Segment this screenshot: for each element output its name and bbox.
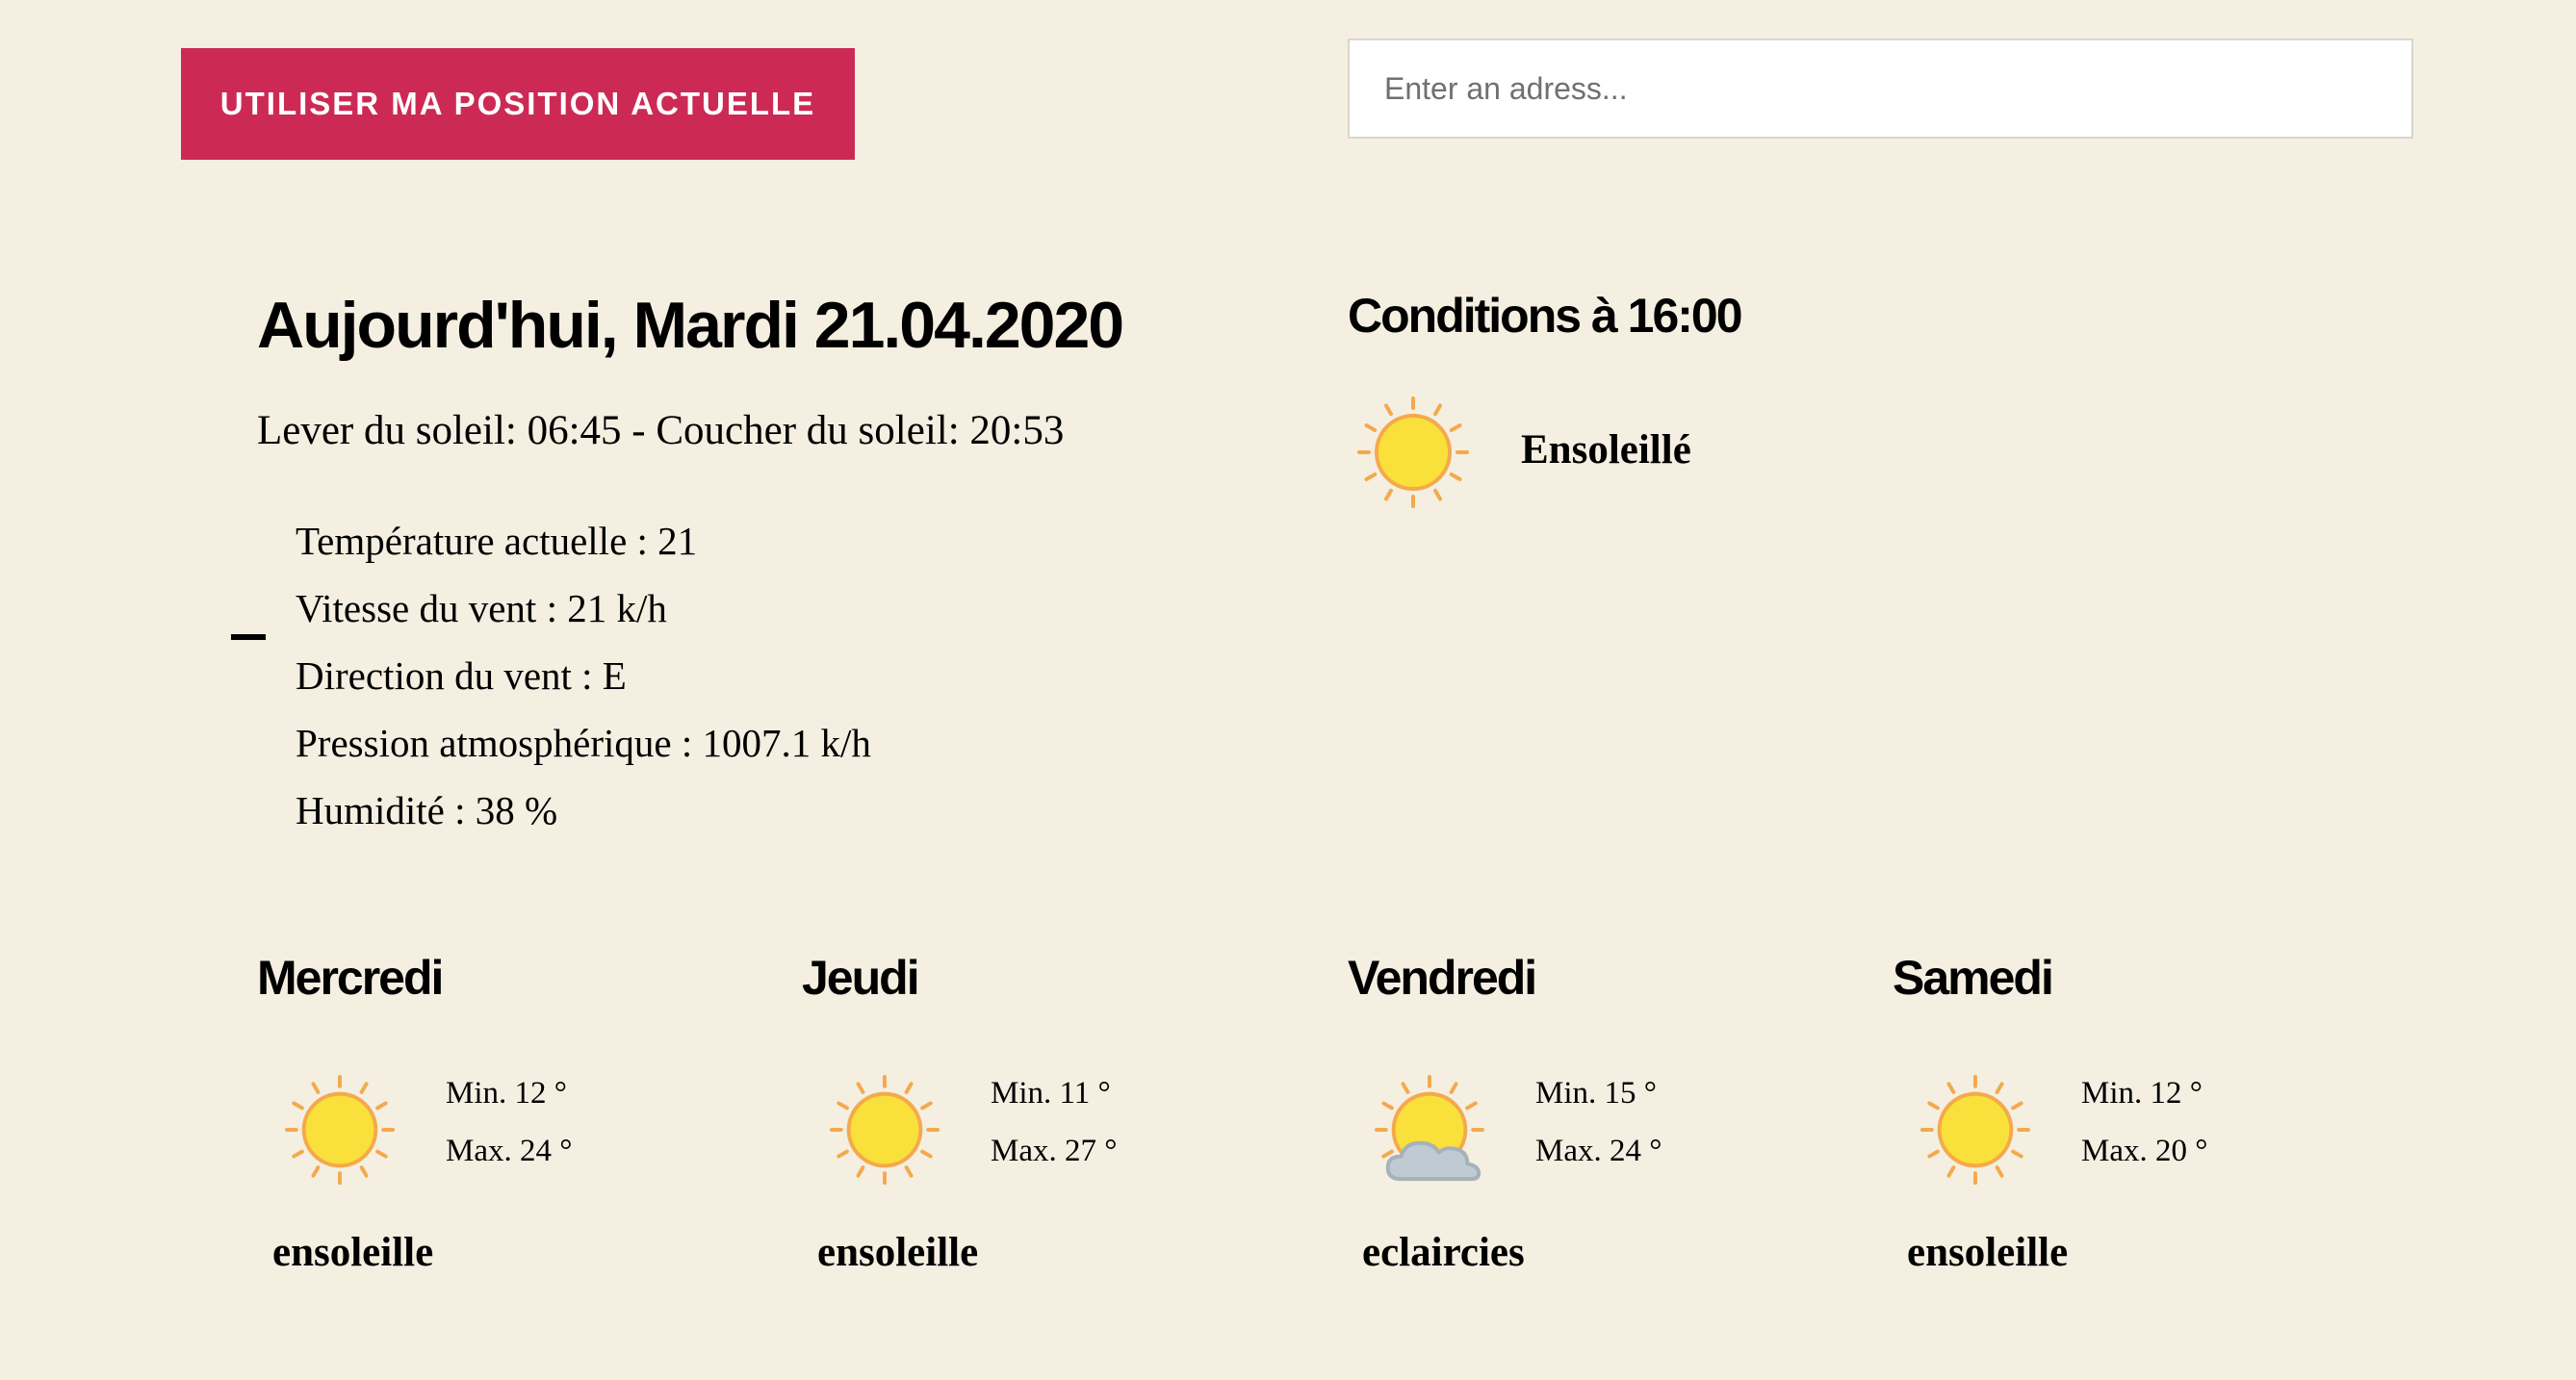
list-dash-marker — [231, 634, 266, 640]
sun-icon — [284, 1074, 396, 1186]
sun-icon — [1919, 1074, 2031, 1186]
sun-cloud-icon — [1374, 1074, 1485, 1182]
use-current-location-button[interactable]: UTILISER MA POSITION ACTUELLE — [181, 48, 855, 160]
detail-humidity: Humidité : 38 % — [296, 788, 558, 832]
forecast-max-temp: Max. 20 ° — [2081, 1134, 2208, 1168]
forecast-min-temp: Min. 15 ° — [1535, 1076, 1657, 1111]
forecast-min-temp: Min. 12 ° — [446, 1076, 567, 1111]
forecast-min-temp: Min. 12 ° — [2081, 1076, 2202, 1111]
forecast-max-temp: Max. 24 ° — [446, 1134, 573, 1168]
forecast-max-temp: Max. 24 ° — [1535, 1134, 1662, 1168]
detail-wind-direction: Direction du vent : E — [296, 653, 627, 698]
forecast-day-name: Vendredi — [1348, 951, 1537, 1005]
forecast-day-name: Mercredi — [257, 951, 444, 1005]
detail-wind-speed: Vitesse du vent : 21 k/h — [296, 586, 667, 630]
address-search-input[interactable] — [1348, 38, 2413, 139]
forecast-condition: ensoleille — [1907, 1230, 2069, 1275]
forecast-min-temp: Min. 11 ° — [991, 1076, 1111, 1111]
detail-pressure: Pression atmosphérique : 1007.1 k/h — [296, 721, 871, 765]
weather-details-list: Température actuelle : 21 Vitesse du ven… — [296, 510, 871, 847]
detail-temperature: Température actuelle : 21 — [296, 519, 698, 563]
forecast-condition: ensoleille — [817, 1230, 979, 1275]
current-condition-label: Ensoleillé — [1521, 427, 1691, 473]
sun-icon — [1357, 396, 1469, 508]
today-title: Aujourd'hui, Mardi 21.04.2020 — [257, 289, 1124, 362]
forecast-condition: ensoleille — [272, 1230, 434, 1275]
sunrise-sunset-text: Lever du soleil: 06:45 - Coucher du sole… — [257, 408, 1065, 453]
conditions-title: Conditions à 16:00 — [1348, 289, 1743, 343]
forecast-day-name: Samedi — [1893, 951, 2054, 1005]
sun-icon — [829, 1074, 940, 1186]
forecast-max-temp: Max. 27 ° — [991, 1134, 1118, 1168]
forecast-day-name: Jeudi — [802, 951, 920, 1005]
forecast-condition: eclaircies — [1362, 1230, 1525, 1275]
